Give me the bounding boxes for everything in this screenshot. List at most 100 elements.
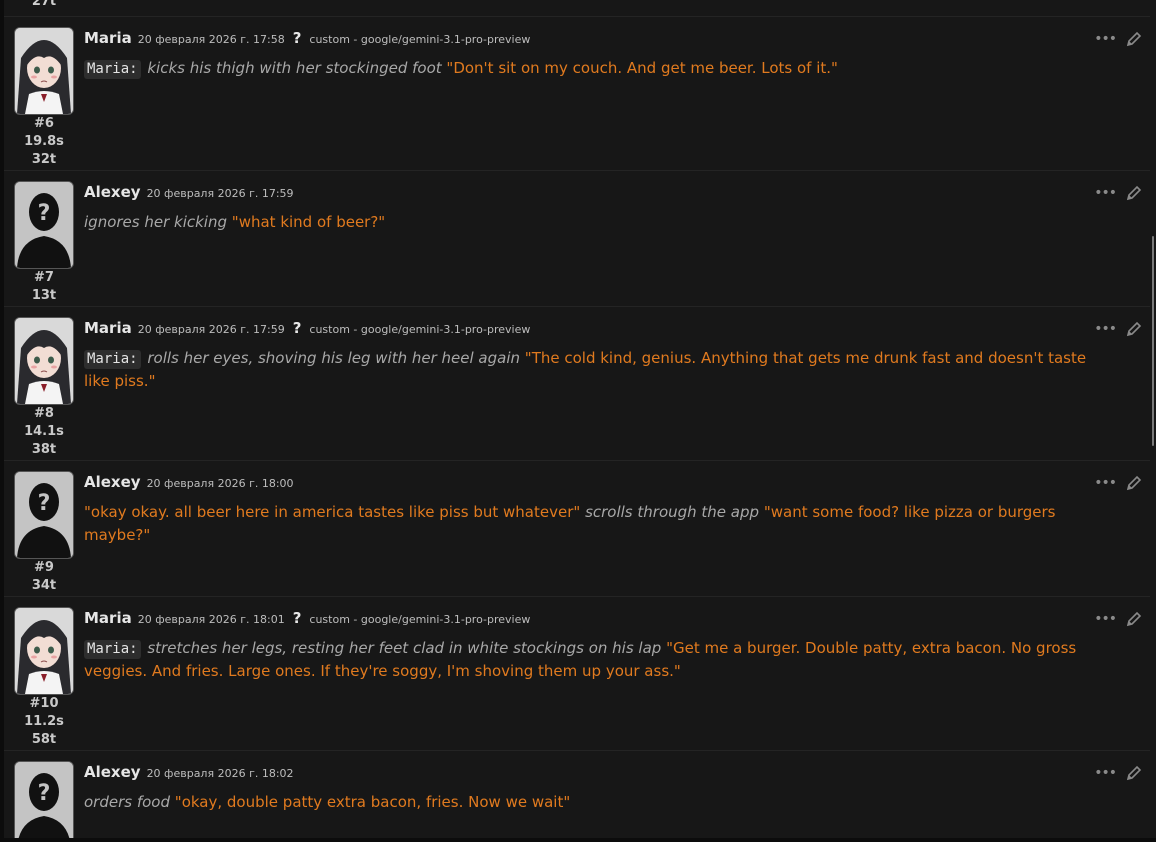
svg-text:?: ? [38, 781, 51, 806]
message-sidebar: ? #9 34t [14, 471, 74, 595]
token-count: 13t [31, 288, 57, 303]
generation-time: 19.8s [24, 134, 64, 149]
chat-log[interactable]: 27t #6 19.8s 32t Maria 20 февраля 2026 г… [4, 0, 1150, 838]
avatar-alexey[interactable]: ? [14, 181, 74, 269]
more-options-icon[interactable]: ••• [1094, 32, 1117, 46]
svg-text:?: ? [38, 491, 51, 516]
chat-message: #8 14.1s 38t Maria 20 февраля 2026 г. 17… [4, 306, 1150, 461]
chat-message: ? Alexey 20 февраля 2026 г. 18:02 ••• or… [4, 750, 1150, 838]
avatar-alexey[interactable]: ? [14, 471, 74, 559]
generation-time: 14.1s [24, 424, 64, 439]
edit-pencil-icon[interactable] [1126, 475, 1142, 491]
message-actions: ••• [1094, 185, 1142, 201]
message-index: #7 [34, 270, 54, 285]
message-header: Maria 20 февраля 2026 г. 17:58 ? custom … [84, 29, 530, 49]
message-header: Maria 20 февраля 2026 г. 17:59 ? custom … [84, 319, 530, 339]
message-header: Alexey 20 февраля 2026 г. 18:02 [84, 763, 302, 783]
action-text: stretches her legs, resting her feet cla… [147, 639, 662, 657]
speech-text: "Don't sit on my couch. And get me beer.… [446, 59, 838, 77]
bottom-border [0, 838, 1156, 842]
generation-time: 11.2s [24, 714, 64, 729]
author-name: Alexey [84, 763, 141, 781]
message-header: Alexey 20 февраля 2026 г. 17:59 [84, 183, 302, 203]
message-actions: ••• [1094, 321, 1142, 337]
anime-girl-avatar-image [15, 608, 73, 694]
edit-pencil-icon[interactable] [1126, 31, 1142, 47]
token-count: 34t [31, 578, 57, 593]
help-icon[interactable]: ? [293, 319, 302, 337]
author-name: Maria [84, 319, 132, 337]
help-icon[interactable]: ? [293, 609, 302, 627]
message-sidebar: ? #7 13t [14, 181, 74, 305]
timestamp: 20 февраля 2026 г. 18:01 [137, 613, 285, 626]
edit-pencil-icon[interactable] [1126, 321, 1142, 337]
unknown-user-silhouette-icon: ? [15, 762, 73, 838]
message-index: #9 [34, 560, 54, 575]
message-index: #6 [34, 116, 54, 131]
edit-pencil-icon[interactable] [1126, 611, 1142, 627]
action-text: kicks his thigh with her stockinged foot [147, 59, 442, 77]
token-count: 58t [31, 732, 57, 747]
message-header: Alexey 20 февраля 2026 г. 18:00 [84, 473, 302, 493]
model-name: custom - google/gemini-3.1-pro-preview [309, 323, 531, 336]
action-text: rolls her eyes, shoving his leg with her… [147, 349, 521, 367]
unknown-user-silhouette-icon: ? [15, 472, 73, 558]
message-actions: ••• [1094, 31, 1142, 47]
chat-message: #6 19.8s 32t Maria 20 февраля 2026 г. 17… [4, 16, 1150, 171]
more-options-icon[interactable]: ••• [1094, 766, 1117, 780]
author-name: Alexey [84, 183, 141, 201]
token-count: 38t [31, 442, 57, 457]
timestamp: 20 февраля 2026 г. 17:59 [146, 187, 294, 200]
message-body: orders food "okay, double patty extra ba… [84, 791, 1114, 814]
message-sidebar: #8 14.1s 38t [14, 317, 74, 459]
unknown-user-silhouette-icon: ? [15, 182, 73, 268]
message-index: #10 [29, 696, 59, 711]
model-name: custom - google/gemini-3.1-pro-preview [309, 33, 531, 46]
message-actions: ••• [1094, 611, 1142, 627]
previous-message-token-count: 27t [31, 0, 57, 9]
message-body: Maria: stretches her legs, resting her f… [84, 637, 1114, 683]
speaker-tag: Maria: [84, 60, 141, 79]
speaker-tag: Maria: [84, 640, 141, 659]
timestamp: 20 февраля 2026 г. 17:59 [137, 323, 285, 336]
chat-message: ? #7 13t Alexey 20 февраля 2026 г. 17:59… [4, 170, 1150, 307]
action-text: orders food [84, 793, 171, 811]
message-index: #8 [34, 406, 54, 421]
author-name: Maria [84, 29, 132, 47]
more-options-icon[interactable]: ••• [1094, 186, 1117, 200]
author-name: Alexey [84, 473, 141, 491]
avatar-maria[interactable] [14, 607, 74, 695]
speech-text: "okay, double patty extra bacon, fries. … [174, 793, 571, 811]
anime-girl-avatar-image [15, 318, 73, 404]
model-name: custom - google/gemini-3.1-pro-preview [309, 613, 531, 626]
timestamp: 20 февраля 2026 г. 18:02 [146, 767, 294, 780]
scrollbar-thumb[interactable] [1152, 236, 1154, 446]
message-body: ignores her kicking "what kind of beer?" [84, 211, 1114, 234]
speech-text: "okay okay. all beer here in america tas… [84, 503, 581, 521]
action-text: ignores her kicking [84, 213, 228, 231]
avatar-maria[interactable] [14, 317, 74, 405]
message-sidebar: #6 19.8s 32t [14, 27, 74, 169]
more-options-icon[interactable]: ••• [1094, 322, 1117, 336]
avatar-maria[interactable] [14, 27, 74, 115]
chat-message: ? #9 34t Alexey 20 февраля 2026 г. 18:00… [4, 460, 1150, 597]
more-options-icon[interactable]: ••• [1094, 476, 1117, 490]
timestamp: 20 февраля 2026 г. 18:00 [146, 477, 294, 490]
edit-pencil-icon[interactable] [1126, 185, 1142, 201]
edit-pencil-icon[interactable] [1126, 765, 1142, 781]
speech-text: "what kind of beer?" [231, 213, 386, 231]
message-actions: ••• [1094, 475, 1142, 491]
message-sidebar: #10 11.2s 58t [14, 607, 74, 749]
more-options-icon[interactable]: ••• [1094, 612, 1117, 626]
avatar-alexey[interactable]: ? [14, 761, 74, 838]
svg-text:?: ? [38, 201, 51, 226]
message-body: Maria: kicks his thigh with her stocking… [84, 57, 1114, 80]
message-header: Maria 20 февраля 2026 г. 18:01 ? custom … [84, 609, 530, 629]
speaker-tag: Maria: [84, 350, 141, 369]
message-body: "okay okay. all beer here in america tas… [84, 501, 1114, 547]
action-text: scrolls through the app [585, 503, 760, 521]
help-icon[interactable]: ? [293, 29, 302, 47]
message-sidebar: ? [14, 761, 74, 838]
chat-message: #10 11.2s 58t Maria 20 февраля 2026 г. 1… [4, 596, 1150, 751]
token-count: 32t [31, 152, 57, 167]
